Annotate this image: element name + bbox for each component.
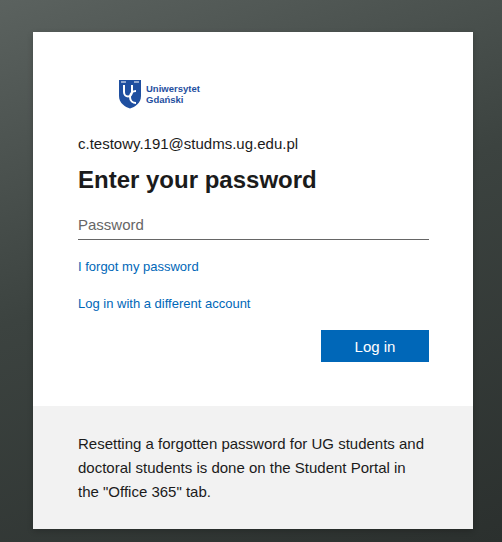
password-field[interactable] — [78, 210, 429, 240]
info-footer: Resetting a forgotten password for UG st… — [33, 406, 473, 529]
text-link[interactable]: I forgot my password — [78, 259, 199, 274]
background-photo: UniwersytetGdański c.testowy.191@studms.… — [0, 0, 502, 542]
page-title: Enter your password — [78, 164, 429, 196]
account-email: c.testowy.191@studms.ug.edu.pl — [78, 134, 429, 154]
university-logo: UniwersytetGdański — [118, 76, 429, 112]
logo-text: Uniwersytet — [146, 83, 200, 94]
login-card: UniwersytetGdański c.testowy.191@studms.… — [33, 32, 473, 529]
shield-icon — [118, 79, 142, 109]
login-button[interactable]: Log in — [321, 330, 429, 362]
footer-text: Resetting a forgotten password for UG st… — [78, 432, 428, 504]
logo-text: Gdański — [146, 94, 200, 105]
text-link[interactable]: Log in with a different account — [78, 296, 251, 311]
